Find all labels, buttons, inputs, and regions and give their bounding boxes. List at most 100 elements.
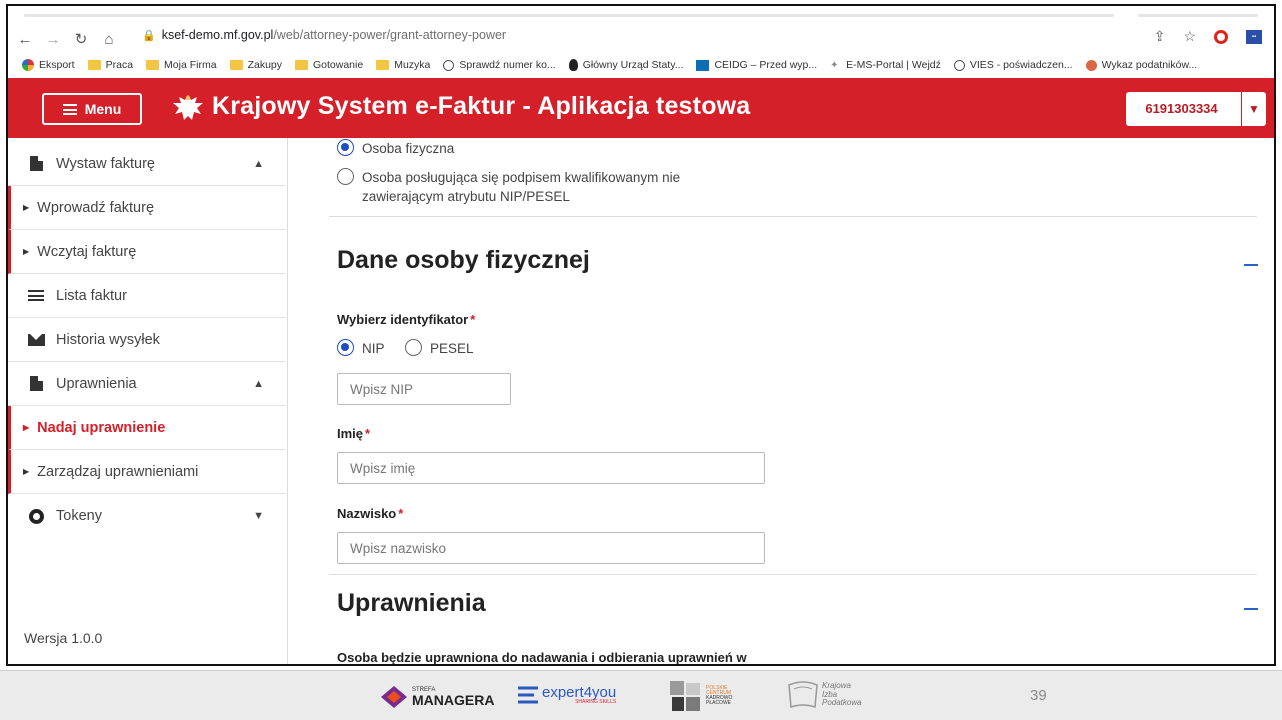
main-content: Osoba fizyczna Osoba posługująca się pod… <box>289 138 1274 665</box>
bookmark-ceidg[interactable]: CEIDG – Przed wyp... <box>696 59 817 71</box>
kip-logo: Krajowa Izba Podatkowa <box>786 679 862 711</box>
sidebar-item-lista-faktur[interactable]: Lista faktur <box>8 274 286 318</box>
radio-label: Osoba posługująca się podpisem kwalifiko… <box>362 170 681 204</box>
collapse-icon[interactable] <box>1244 264 1258 266</box>
radio-pesel[interactable]: PESEL <box>405 339 474 358</box>
browser-actions: ⇪ ☆ ▪▪ <box>1154 28 1262 45</box>
sidebar-item-label: Zarządzaj uprawnieniami <box>37 463 199 480</box>
divider <box>329 574 1257 575</box>
address-bar[interactable]: 🔒 ksef-demo.mf.gov.pl/web/attorney-power… <box>142 28 506 42</box>
navigation-bar: ← → ↻ ⌂ 🔒 ksef-demo.mf.gov.pl/web/attorn… <box>8 24 1274 54</box>
divider <box>329 216 1257 217</box>
identifier-label: Wybierz identyfikator * <box>337 312 475 327</box>
bookmark-label: Wykaz podatników... <box>1101 59 1198 71</box>
radio-podpis-kwalifikowany[interactable]: Osoba posługująca się podpisem kwalifiko… <box>337 168 737 206</box>
sidebar-item-label: Wczytaj fakturę <box>37 243 137 260</box>
sidebar-item-wczytaj-fakture[interactable]: ▶ Wczytaj fakturę <box>8 230 286 274</box>
bookmark-praca[interactable]: Praca <box>87 59 133 71</box>
menu-label: Menu <box>84 101 122 117</box>
bullet-icon: ▶ <box>23 247 30 256</box>
sidebar-item-nadaj-uprawnienie[interactable]: ▶ Nadaj uprawnienie <box>8 406 286 450</box>
ceidg-icon <box>696 59 710 71</box>
radio-label: NIP <box>362 341 385 356</box>
last-name-input[interactable] <box>337 532 765 564</box>
browser-window: ← → ↻ ⌂ 🔒 ksef-demo.mf.gov.pl/web/attorn… <box>6 4 1276 666</box>
tab-bar-right <box>1138 14 1258 17</box>
strefa-managera-logo: STREFA MANAGERA <box>380 685 494 709</box>
chevron-down-icon: ▼ <box>253 510 264 522</box>
sidebar-item-label: Wystaw fakturę <box>56 155 155 172</box>
home-icon[interactable]: ⌂ <box>98 28 120 50</box>
expert4you-logo: expert4you SHARING SKILLS <box>516 685 616 705</box>
bookmark-gus[interactable]: Główny Urząd Staty... <box>568 59 683 71</box>
bookmark-sprawdz[interactable]: Sprawdź numer ko... <box>443 59 556 71</box>
rights-description: Osoba będzie uprawniona do nadawania i o… <box>337 650 747 665</box>
last-name-label: Nazwisko * <box>337 506 403 521</box>
bookmark-label: Zakupy <box>247 59 282 71</box>
nip-selector[interactable]: 6191303334 ▼ <box>1126 92 1266 126</box>
url-path: /web/attorney-power/grant-attorney-power <box>273 28 507 42</box>
bullet-icon: ▶ <box>23 467 30 476</box>
nip-input[interactable] <box>337 373 511 405</box>
star-icon[interactable]: ☆ <box>1183 28 1196 45</box>
radio-label: Osoba fizyczna <box>362 141 455 156</box>
sidebar-item-tokeny[interactable]: Tokeny ▼ <box>8 494 286 538</box>
sidebar-item-label: Tokeny <box>56 508 102 524</box>
collapse-icon[interactable] <box>1244 608 1258 610</box>
bookmark-label: Eksport <box>39 59 75 71</box>
url-host: ksef-demo.mf.gov.pl <box>161 28 274 42</box>
radio-label: PESEL <box>430 341 474 356</box>
chevron-down-icon[interactable]: ▼ <box>1242 102 1266 116</box>
bookmark-label: Muzyka <box>394 59 431 71</box>
sidebar-item-wprowadz-fakture[interactable]: ▶ Wprowadź fakturę <box>8 186 286 230</box>
first-name-input[interactable] <box>337 452 765 484</box>
sidebar-item-zarzadzaj-uprawnieniami[interactable]: ▶ Zarządzaj uprawnieniami <box>8 450 286 494</box>
sidebar-item-label: Uprawnienia <box>56 375 137 392</box>
bookmark-moja-firma[interactable]: Moja Firma <box>146 59 217 71</box>
required-mark: * <box>470 312 476 327</box>
folder-icon <box>146 60 160 70</box>
pck-logo: POLSKIE CENTRUM KADROWO PŁACOWE <box>668 679 732 713</box>
reload-icon[interactable]: ↻ <box>70 28 92 50</box>
sidebar-item-uprawnienia[interactable]: Uprawnienia ▲ <box>8 362 286 406</box>
bookmark-wykaz[interactable]: Wykaz podatników... <box>1085 59 1198 71</box>
sidebar-item-label: Wprowadź fakturę <box>37 199 155 216</box>
bookmark-ems[interactable]: ✦ E-MS-Portal | Wejdź <box>830 59 941 71</box>
sidebar-item-wystaw-fakture[interactable]: Wystaw fakturę ▲ <box>8 142 286 186</box>
bookmark-eksport[interactable]: Eksport <box>22 59 75 71</box>
tab-bar <box>24 14 1114 17</box>
folder-icon <box>376 60 390 70</box>
bookmark-muzyka[interactable]: Muzyka <box>376 59 430 71</box>
globe-color-icon <box>22 59 34 71</box>
menu-button[interactable]: Menu <box>42 93 142 125</box>
extension-icon[interactable]: ▪▪ <box>1246 29 1262 44</box>
back-icon[interactable]: ← <box>14 28 36 50</box>
first-name-label-text: Imię <box>337 426 364 441</box>
envelope-icon <box>26 333 46 346</box>
bookmark-label: Sprawdź numer ko... <box>459 59 556 71</box>
folder-icon <box>87 60 101 70</box>
radio-nip[interactable]: NIP <box>337 339 385 358</box>
forward-icon[interactable]: → <box>42 28 64 50</box>
bookmark-zakupy[interactable]: Zakupy <box>229 59 282 71</box>
folder-icon <box>295 60 308 70</box>
bookmark-gotowanie[interactable]: Gotowanie <box>295 59 363 71</box>
share-icon[interactable]: ⇪ <box>1154 28 1166 45</box>
page-number: 39 <box>1030 687 1047 704</box>
chevron-up-icon: ▲ <box>253 377 264 390</box>
kip-line3: Podatkowa <box>822 698 862 708</box>
first-name-label: Imię * <box>337 426 370 441</box>
folder-icon <box>229 60 243 70</box>
bullet-icon: ▶ <box>23 423 30 432</box>
app-title: Krajowy System e-Faktur - Aplikacja test… <box>212 92 751 120</box>
lock-icon: 🔒 <box>142 29 156 42</box>
nip-value: 6191303334 <box>1126 92 1242 126</box>
list-icon <box>26 290 46 301</box>
expert-logo-icon <box>518 686 538 704</box>
radio-osoba-fizyczna[interactable]: Osoba fizyczna <box>337 139 454 158</box>
opera-icon[interactable] <box>1214 29 1228 44</box>
chevron-up-icon: ▲ <box>253 157 264 170</box>
strefa-logo-icon <box>381 686 407 708</box>
bookmark-vies[interactable]: VIES - poświadczen... <box>953 59 1073 71</box>
sidebar-item-historia-wysylek[interactable]: Historia wysyłek <box>8 318 286 362</box>
